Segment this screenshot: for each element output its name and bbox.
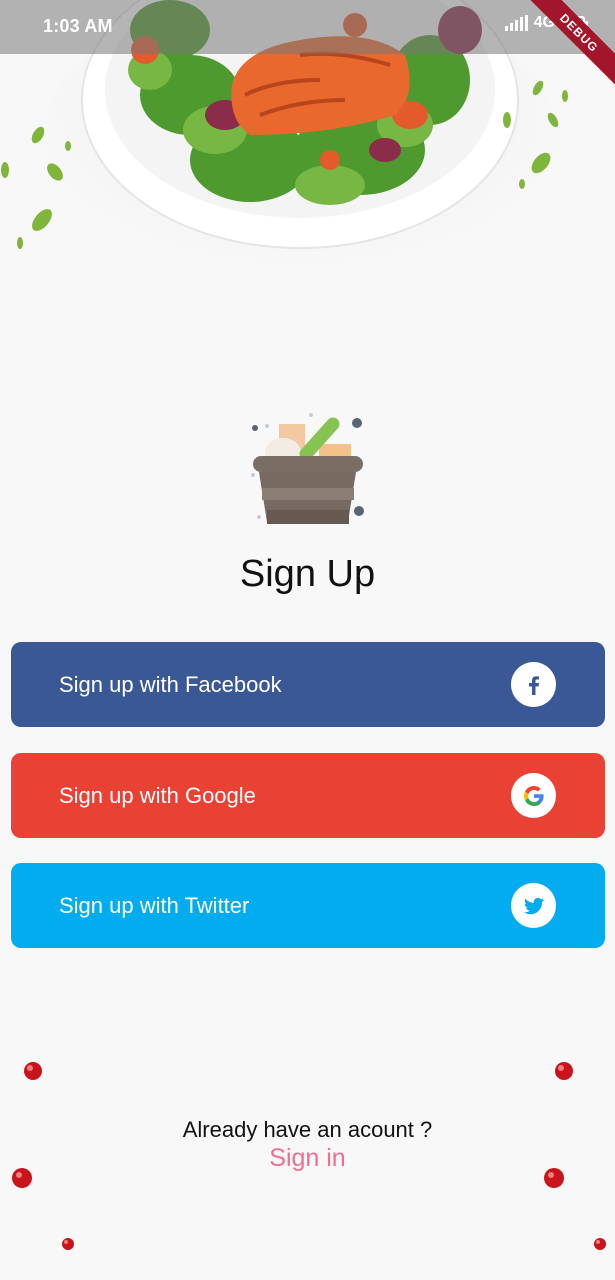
twitter-icon [511, 883, 556, 928]
berry-decoration [24, 1062, 42, 1080]
berry-decoration [62, 1238, 74, 1250]
twitter-signup-button[interactable]: Sign up with Twitter [11, 863, 605, 948]
facebook-icon [511, 662, 556, 707]
berry-decoration [594, 1238, 606, 1250]
grocery-basket-icon [245, 410, 370, 530]
twitter-signup-label: Sign up with Twitter [59, 892, 250, 918]
berry-decoration [544, 1168, 564, 1188]
status-bar: 1:03 AM 4G [0, 0, 615, 54]
facebook-signup-label: Sign up with Facebook [59, 671, 282, 697]
signal-icon [504, 15, 528, 31]
status-time: 1:03 AM [43, 16, 113, 36]
berry-decoration [555, 1062, 573, 1080]
already-have-account-text: Already have an acount ? [182, 1117, 433, 1142]
facebook-signup-button[interactable]: Sign up with Facebook [11, 642, 605, 727]
page-title: Sign Up [239, 553, 376, 595]
google-icon [511, 773, 556, 818]
signin-link[interactable]: Sign in [0, 1144, 615, 1173]
google-signup-label: Sign up with Google [59, 782, 256, 808]
google-signup-button[interactable]: Sign up with Google [11, 753, 605, 838]
berry-decoration [12, 1168, 32, 1188]
signup-screen: 1:03 AM 4G DEBUG Sign Up Sign up with Fa… [0, 0, 615, 1280]
